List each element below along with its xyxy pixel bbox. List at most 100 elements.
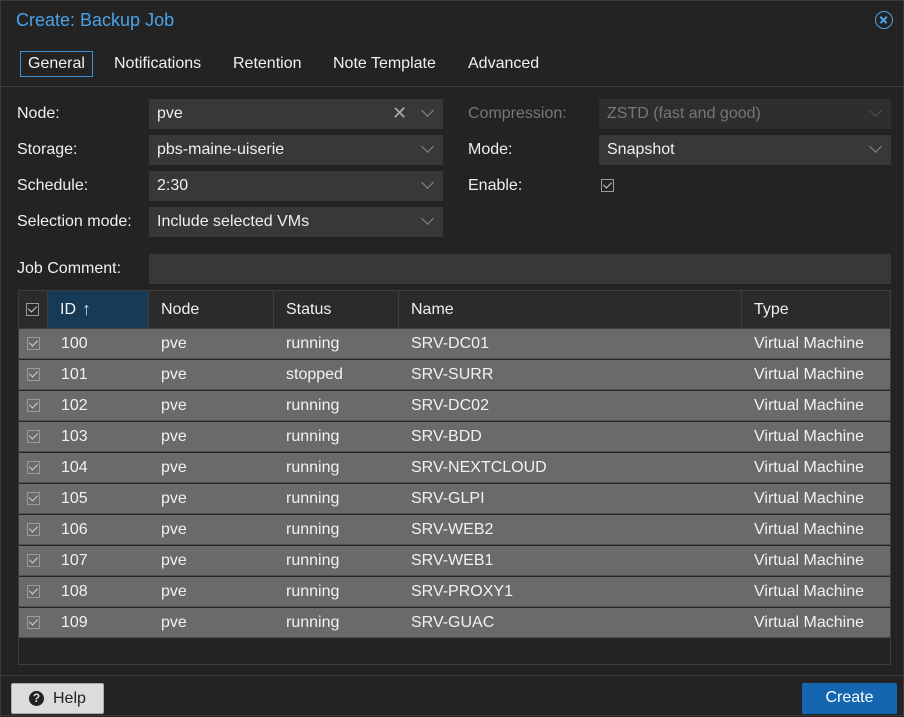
chevron-down-icon[interactable] bbox=[421, 104, 434, 117]
schedule-value: 2:30 bbox=[157, 177, 189, 194]
row-checkbox[interactable] bbox=[27, 554, 40, 567]
cell-type: Virtual Machine bbox=[754, 614, 864, 631]
row-checkbox[interactable] bbox=[27, 492, 40, 505]
row-checkbox[interactable] bbox=[27, 368, 40, 381]
row-checkbox[interactable] bbox=[27, 585, 40, 598]
cell-id: 106 bbox=[61, 521, 88, 538]
cell-node: pve bbox=[161, 335, 187, 352]
cell-id: 103 bbox=[61, 428, 88, 445]
row-checkbox[interactable] bbox=[27, 616, 40, 629]
job-comment-input[interactable] bbox=[149, 254, 891, 284]
chevron-down-icon[interactable] bbox=[869, 140, 882, 153]
help-button[interactable]: ? Help bbox=[11, 683, 104, 714]
clear-icon[interactable]: ✕ bbox=[392, 104, 407, 122]
cell-node: pve bbox=[161, 552, 187, 569]
create-button[interactable]: Create bbox=[802, 683, 897, 714]
cell-type: Virtual Machine bbox=[754, 335, 864, 352]
select-all-header[interactable] bbox=[19, 291, 48, 328]
dialog-title: Create: Backup Job bbox=[16, 10, 175, 30]
cell-id: 100 bbox=[61, 335, 88, 352]
enable-checkbox[interactable] bbox=[601, 179, 614, 192]
storage-select[interactable]: pbs-maine-uiserie bbox=[149, 135, 443, 165]
storage-label: Storage: bbox=[17, 141, 78, 158]
cell-id: 109 bbox=[61, 614, 88, 631]
column-name-label: Name bbox=[411, 301, 454, 318]
table-row[interactable]: 107 pve running SRV-WEB1 Virtual Machine bbox=[19, 546, 890, 576]
cell-name: SRV-BDD bbox=[411, 428, 482, 445]
table-row[interactable]: 109 pve running SRV-GUAC Virtual Machine bbox=[19, 608, 890, 638]
column-node-label: Node bbox=[161, 301, 200, 318]
cell-status: stopped bbox=[286, 366, 343, 383]
cell-name: SRV-SURR bbox=[411, 366, 494, 383]
row-checkbox[interactable] bbox=[27, 430, 40, 443]
close-icon[interactable] bbox=[875, 11, 893, 29]
mode-label: Mode: bbox=[468, 141, 513, 158]
node-select[interactable]: pve ✕ bbox=[149, 99, 443, 129]
backup-job-dialog: Create: Backup Job General Notifications… bbox=[0, 0, 904, 716]
column-id-label: ID bbox=[60, 301, 76, 318]
selection-mode-value: Include selected VMs bbox=[157, 213, 310, 230]
cell-status: running bbox=[286, 428, 340, 445]
cell-status: running bbox=[286, 335, 340, 352]
cell-node: pve bbox=[161, 521, 187, 538]
table-row[interactable]: 100 pve running SRV-DC01 Virtual Machine bbox=[19, 329, 890, 359]
table-row[interactable]: 101 pve stopped SRV-SURR Virtual Machine bbox=[19, 360, 890, 390]
column-header-name[interactable]: Name bbox=[399, 291, 742, 328]
cell-status: running bbox=[286, 521, 340, 538]
table-row[interactable]: 102 pve running SRV-DC02 Virtual Machine bbox=[19, 391, 890, 421]
cell-id: 105 bbox=[61, 490, 88, 507]
column-header-status[interactable]: Status bbox=[274, 291, 399, 328]
cell-status: running bbox=[286, 583, 340, 600]
chevron-down-icon[interactable] bbox=[421, 212, 434, 225]
help-button-label: Help bbox=[53, 690, 86, 707]
column-type-label: Type bbox=[754, 301, 789, 318]
cell-node: pve bbox=[161, 459, 187, 476]
row-checkbox[interactable] bbox=[27, 337, 40, 350]
table-row[interactable]: 105 pve running SRV-GLPI Virtual Machine bbox=[19, 484, 890, 514]
cell-name: SRV-DC02 bbox=[411, 397, 489, 414]
cell-name: SRV-PROXY1 bbox=[411, 583, 513, 600]
chevron-down-icon[interactable] bbox=[421, 176, 434, 189]
row-checkbox[interactable] bbox=[27, 461, 40, 474]
column-header-id[interactable]: ID ↑ bbox=[48, 291, 149, 328]
cell-status: running bbox=[286, 397, 340, 414]
tab-advanced[interactable]: Advanced bbox=[461, 51, 546, 77]
create-button-label: Create bbox=[825, 689, 874, 706]
row-checkbox[interactable] bbox=[27, 523, 40, 536]
tab-notifications[interactable]: Notifications bbox=[107, 51, 208, 77]
cell-status: running bbox=[286, 552, 340, 569]
mode-select[interactable]: Snapshot bbox=[599, 135, 891, 165]
cell-node: pve bbox=[161, 614, 187, 631]
column-status-label: Status bbox=[286, 301, 332, 318]
storage-value: pbs-maine-uiserie bbox=[157, 141, 285, 158]
cell-id: 104 bbox=[61, 459, 88, 476]
selection-mode-select[interactable]: Include selected VMs bbox=[149, 207, 443, 237]
cell-node: pve bbox=[161, 583, 187, 600]
node-value: pve bbox=[157, 105, 183, 122]
selection-mode-label: Selection mode: bbox=[17, 213, 132, 230]
table-row[interactable]: 104 pve running SRV-NEXTCLOUD Virtual Machin… bbox=[19, 453, 890, 483]
job-comment-label: Job Comment: bbox=[17, 260, 122, 277]
tab-general[interactable]: General bbox=[20, 51, 93, 77]
column-header-node[interactable]: Node bbox=[149, 291, 274, 328]
chevron-down-icon bbox=[869, 104, 882, 117]
column-header-type[interactable]: Type bbox=[742, 291, 890, 328]
cell-node: pve bbox=[161, 428, 187, 445]
cell-status: running bbox=[286, 459, 340, 476]
compression-value: ZSTD (fast and good) bbox=[607, 105, 761, 122]
schedule-select[interactable]: 2:30 bbox=[149, 171, 443, 201]
compression-label: Compression: bbox=[468, 105, 567, 122]
table-row[interactable]: 108 pve running SRV-PROXY1 Virtual Machine bbox=[19, 577, 890, 607]
node-label: Node: bbox=[17, 105, 60, 122]
chevron-down-icon[interactable] bbox=[421, 140, 434, 153]
select-all-checkbox[interactable] bbox=[26, 303, 39, 316]
table-row[interactable]: 106 pve running SRV-WEB2 Virtual Machine bbox=[19, 515, 890, 545]
tab-retention[interactable]: Retention bbox=[226, 51, 309, 77]
table-row[interactable]: 103 pve running SRV-BDD Virtual Machine bbox=[19, 422, 890, 452]
cell-type: Virtual Machine bbox=[754, 397, 864, 414]
tab-note-template[interactable]: Note Template bbox=[326, 51, 443, 77]
enable-label: Enable: bbox=[468, 177, 523, 194]
grid-header: ID ↑ Node Status Name Type bbox=[19, 291, 890, 329]
row-checkbox[interactable] bbox=[27, 399, 40, 412]
cell-name: SRV-WEB1 bbox=[411, 552, 494, 569]
